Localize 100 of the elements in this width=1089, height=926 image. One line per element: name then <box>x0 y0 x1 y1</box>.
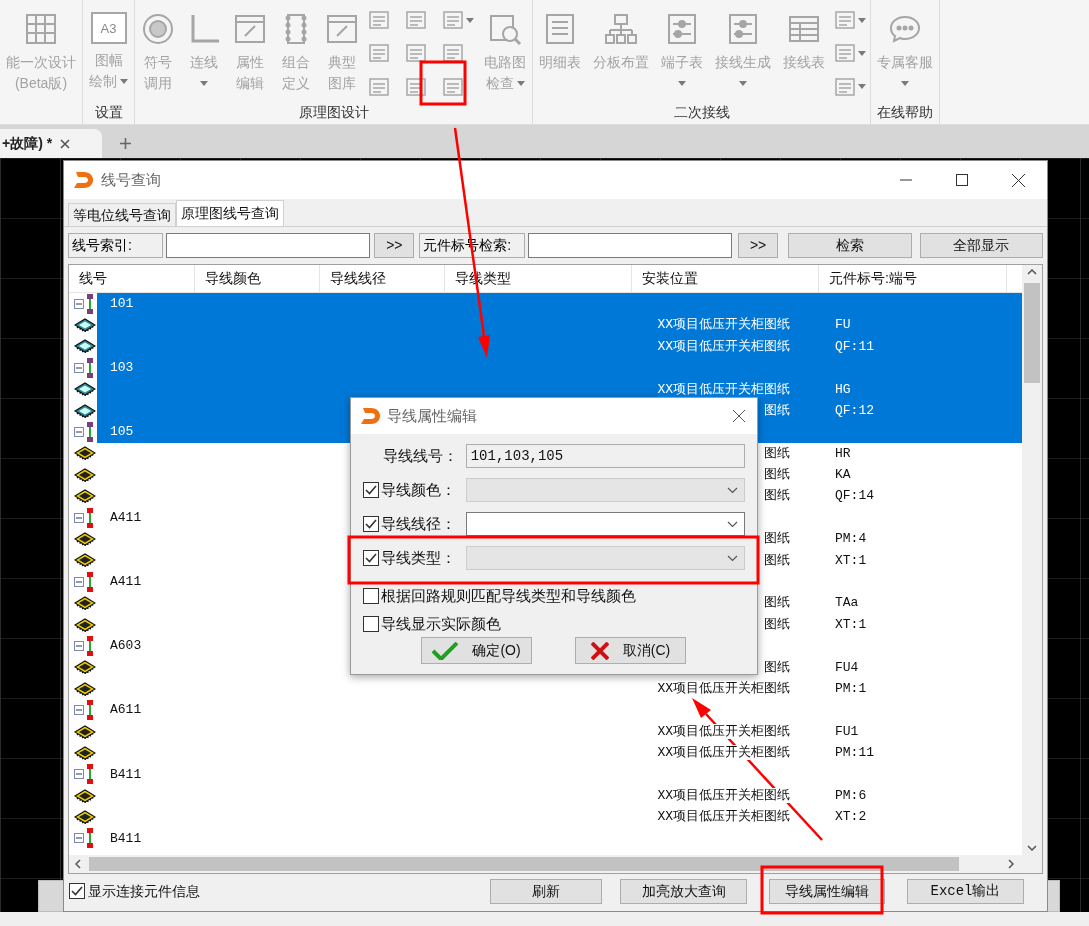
scroll-right-icon[interactable] <box>1008 859 1014 869</box>
collapse-icon[interactable] <box>74 512 84 523</box>
chevron-down-icon <box>727 486 738 494</box>
column-header[interactable]: 安装位置 <box>642 268 698 289</box>
ok-button[interactable]: 确定(O) <box>421 637 532 664</box>
collapse-icon[interactable] <box>74 769 84 780</box>
tool-button[interactable] <box>835 10 866 30</box>
collapse-icon[interactable] <box>74 427 84 438</box>
close-icon[interactable] <box>733 410 745 422</box>
cancel-button[interactable]: 取消(C) <box>575 637 686 664</box>
add-tab-icon[interactable] <box>120 138 131 149</box>
column-header[interactable]: 线号 <box>79 268 107 289</box>
wire-number-field[interactable]: 101,103,105 <box>465 444 745 468</box>
collapse-icon[interactable] <box>74 705 84 716</box>
tool-button[interactable] <box>835 76 866 97</box>
ribbon-button-label: 调用 <box>144 74 172 93</box>
checkbox[interactable] <box>69 883 85 899</box>
maximize-icon[interactable] <box>956 174 968 186</box>
collapse-icon[interactable] <box>74 362 84 373</box>
dialog-button[interactable]: 导线属性编辑 <box>769 878 885 904</box>
checkbox[interactable] <box>363 616 379 632</box>
checkbox[interactable] <box>363 516 379 532</box>
dialog-button[interactable]: Excel输出 <box>907 878 1024 904</box>
table-row[interactable]: 103 <box>97 357 1022 379</box>
collapse-icon[interactable] <box>74 640 84 651</box>
table-row[interactable]: 101 <box>97 293 1022 315</box>
highlight-frame <box>419 60 467 106</box>
column-header[interactable]: 元件标号:端号 <box>829 268 917 289</box>
ribbon-button-label: 图幅 <box>94 51 123 70</box>
horizontal-scrollbar[interactable] <box>69 855 1042 873</box>
tab[interactable]: 等电位线号查询 <box>68 203 176 226</box>
search-label: 线号索引: <box>68 233 164 258</box>
terminal-label: XT:1 <box>835 616 867 632</box>
wire-icon <box>86 422 94 443</box>
circle-icon <box>141 12 175 46</box>
terminal-label: FU <box>835 317 851 333</box>
column-header[interactable]: 导线颜色 <box>205 268 261 289</box>
terminal-label: KA <box>835 467 851 483</box>
chip-icon <box>74 788 96 803</box>
component-field[interactable] <box>527 233 732 258</box>
scroll-up-icon[interactable] <box>1027 269 1037 275</box>
install-location: 图纸 <box>764 402 790 418</box>
chip-icon <box>74 446 96 461</box>
tab[interactable]: 原理图线号查询 <box>176 200 284 226</box>
ribbon-group-label: 在线帮助 <box>877 102 933 122</box>
terminal-label: XT:1 <box>835 552 867 568</box>
ribbon-button-label: 典型 <box>328 53 356 72</box>
ribbon-button-label: 检查 <box>485 74 514 93</box>
terminal-label: PM:11 <box>835 745 874 761</box>
wire-number: A411 <box>110 574 142 589</box>
scroll-thumb[interactable] <box>89 857 959 871</box>
scroll-down-icon[interactable] <box>1027 845 1037 851</box>
tool-button[interactable] <box>835 43 866 64</box>
wire-number: A611 <box>110 702 142 718</box>
caret-icon <box>120 79 128 84</box>
wire-number: 101 <box>110 295 134 311</box>
collapse-icon[interactable] <box>74 298 84 309</box>
install-location: 图纸 <box>764 531 790 547</box>
wire-number-field[interactable] <box>166 233 371 258</box>
install-location: 图纸 <box>764 659 790 675</box>
dialog-button[interactable]: 检索 <box>788 233 912 258</box>
dialog-button[interactable]: >> <box>737 233 779 258</box>
ribbon-button-label: 专属客服 <box>877 53 933 72</box>
document-tab[interactable]: +故障) * <box>0 129 102 158</box>
list-icon <box>835 44 855 63</box>
hierarchy-icon <box>604 12 638 46</box>
dialog-button[interactable]: 全部显示 <box>919 233 1043 258</box>
terminal-label: QF:14 <box>835 488 874 504</box>
chip-icon <box>74 339 96 354</box>
ribbon-group-label: 设置 <box>94 102 123 122</box>
column-header[interactable]: 导线线径 <box>330 268 386 289</box>
checkbox[interactable] <box>363 588 379 604</box>
close-icon[interactable] <box>1012 173 1025 187</box>
dropdown-field[interactable] <box>465 512 745 536</box>
caret-icon <box>858 50 866 56</box>
list-icon <box>835 11 855 29</box>
logo-icon <box>360 405 382 427</box>
caret-icon <box>678 81 686 86</box>
collapse-icon[interactable] <box>74 833 84 844</box>
dialog-button[interactable]: 加亮放大查询 <box>620 878 747 904</box>
scroll-left-icon[interactable] <box>75 859 81 869</box>
caret-icon <box>858 84 866 90</box>
tool-button[interactable] <box>443 10 474 30</box>
chip-icon <box>74 553 96 568</box>
wire-icon <box>86 764 94 785</box>
list-icon <box>369 44 389 63</box>
vertical-scrollbar[interactable] <box>1022 265 1042 855</box>
dialog-button[interactable]: >> <box>374 233 415 258</box>
ribbon-button[interactable]: A3 图幅 绘制 <box>83 0 134 100</box>
field-value: 101,103,105 <box>470 446 564 466</box>
table-row[interactable]: XX项目低压开关柜图纸 QF:11 <box>97 335 1022 358</box>
wire-icon <box>86 635 94 656</box>
collapse-icon[interactable] <box>74 576 84 587</box>
table-row[interactable]: XX项目低压开关柜图纸 FU <box>97 314 1022 336</box>
chevron-down-icon <box>727 520 738 528</box>
terminal-label: PM:4 <box>835 531 867 547</box>
caret-icon <box>858 17 866 23</box>
scroll-thumb[interactable] <box>1024 283 1040 383</box>
close-icon[interactable] <box>60 138 71 149</box>
dialog-button[interactable]: 刷新 <box>490 878 602 904</box>
